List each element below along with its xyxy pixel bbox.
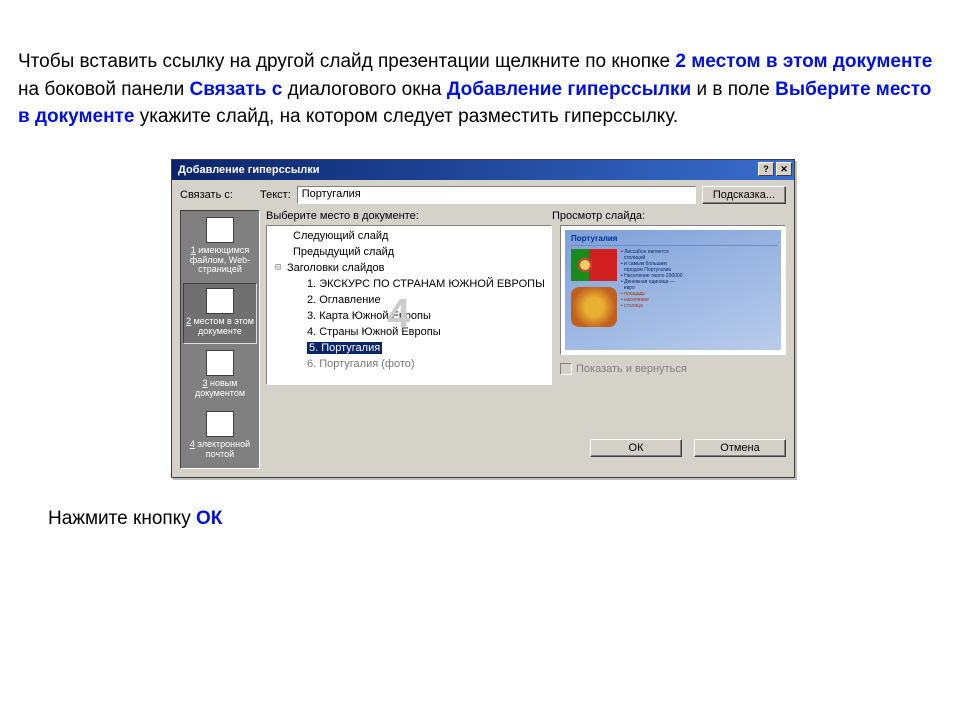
sidebar-item-new[interactable]: 3 новым документом <box>183 346 257 405</box>
tree-item[interactable]: Следующий слайд <box>293 230 388 242</box>
sidebar-item-file[interactable]: 1 имеющимся файлом, Web-страницей <box>183 213 257 282</box>
new-doc-icon <box>206 350 234 376</box>
portugal-flag-icon <box>571 249 617 281</box>
help-icon[interactable]: ? <box>758 162 774 176</box>
tree-item[interactable]: 3. Карта Южной Европы <box>307 310 431 322</box>
slide-preview: Португалия • Лиссабон является столицей … <box>560 225 786 355</box>
preview-slide-title: Португалия <box>571 234 777 246</box>
t: на боковой панели <box>18 79 189 100</box>
tree-item[interactable]: 1. ЭКСКУРС ПО СТРАНАМ ЮЖНОЙ ЕВРОПЫ <box>307 278 545 290</box>
tree-item[interactable]: 6. Португалия (фото) <box>307 358 415 370</box>
dialog-title: Добавление гиперссылки <box>178 164 319 176</box>
sidebar-item-place[interactable]: 2 местом в этом документе <box>183 283 257 344</box>
preview-text: • Лиссабон является столицей • и самым б… <box>621 249 777 327</box>
tree-item[interactable]: 4. Страны Южной Европы <box>307 326 441 338</box>
ok-button[interactable]: ОК <box>590 439 682 457</box>
t: укажите слайд, на котором следует размес… <box>134 106 678 127</box>
link-sidebar: 1 имеющимся файлом, Web-страницей 2 мест… <box>180 210 260 469</box>
tree-item[interactable]: 2. Оглавление <box>307 294 381 306</box>
instruction-text: Чтобы вставить ссылку на другой слайд пр… <box>18 48 942 131</box>
t: и в поле <box>691 79 775 100</box>
close-icon[interactable]: ✕ <box>776 162 792 176</box>
highlight: Связать с <box>189 79 282 100</box>
t: Чтобы вставить ссылку на другой слайд пр… <box>18 51 675 72</box>
link-with-label: Связать с: <box>180 189 254 201</box>
slide-tree[interactable]: 4 Следующий слайд Предыдущий слайд ⊟Заго… <box>266 225 552 385</box>
preview-label: Просмотр слайда: <box>552 210 645 222</box>
text-input[interactable]: Португалия <box>297 186 696 204</box>
highlight: 2 местом в этом документе <box>675 51 932 72</box>
coat-of-arms-icon <box>571 287 617 327</box>
cancel-button[interactable]: Отмена <box>694 439 786 457</box>
hyperlink-dialog: Добавление гиперссылки ? ✕ Связать с: Те… <box>171 159 795 478</box>
sidebar-item-email[interactable]: 4 электронной почтой <box>183 407 257 466</box>
tree-item[interactable]: Предыдущий слайд <box>293 246 394 258</box>
show-return-checkbox[interactable] <box>560 363 572 375</box>
hint-button[interactable]: Подсказка... <box>702 186 786 204</box>
bottom-instruction: Нажмите кнопку ОК <box>48 508 942 530</box>
titlebar[interactable]: Добавление гиперссылки ? ✕ <box>172 160 794 180</box>
place-doc-icon <box>206 288 234 314</box>
text-label: Текст: <box>260 189 291 201</box>
tree-item[interactable]: Заголовки слайдов <box>287 262 385 274</box>
file-web-icon <box>206 217 234 243</box>
show-return-label: Показать и вернуться <box>576 363 687 375</box>
tree-label: Выберите место в документе: <box>266 210 552 222</box>
highlight: Добавление гиперссылки <box>447 79 691 100</box>
email-icon <box>206 411 234 437</box>
t: диалогового окна <box>282 79 447 100</box>
tree-item-selected[interactable]: 5. Португалия <box>307 342 382 354</box>
